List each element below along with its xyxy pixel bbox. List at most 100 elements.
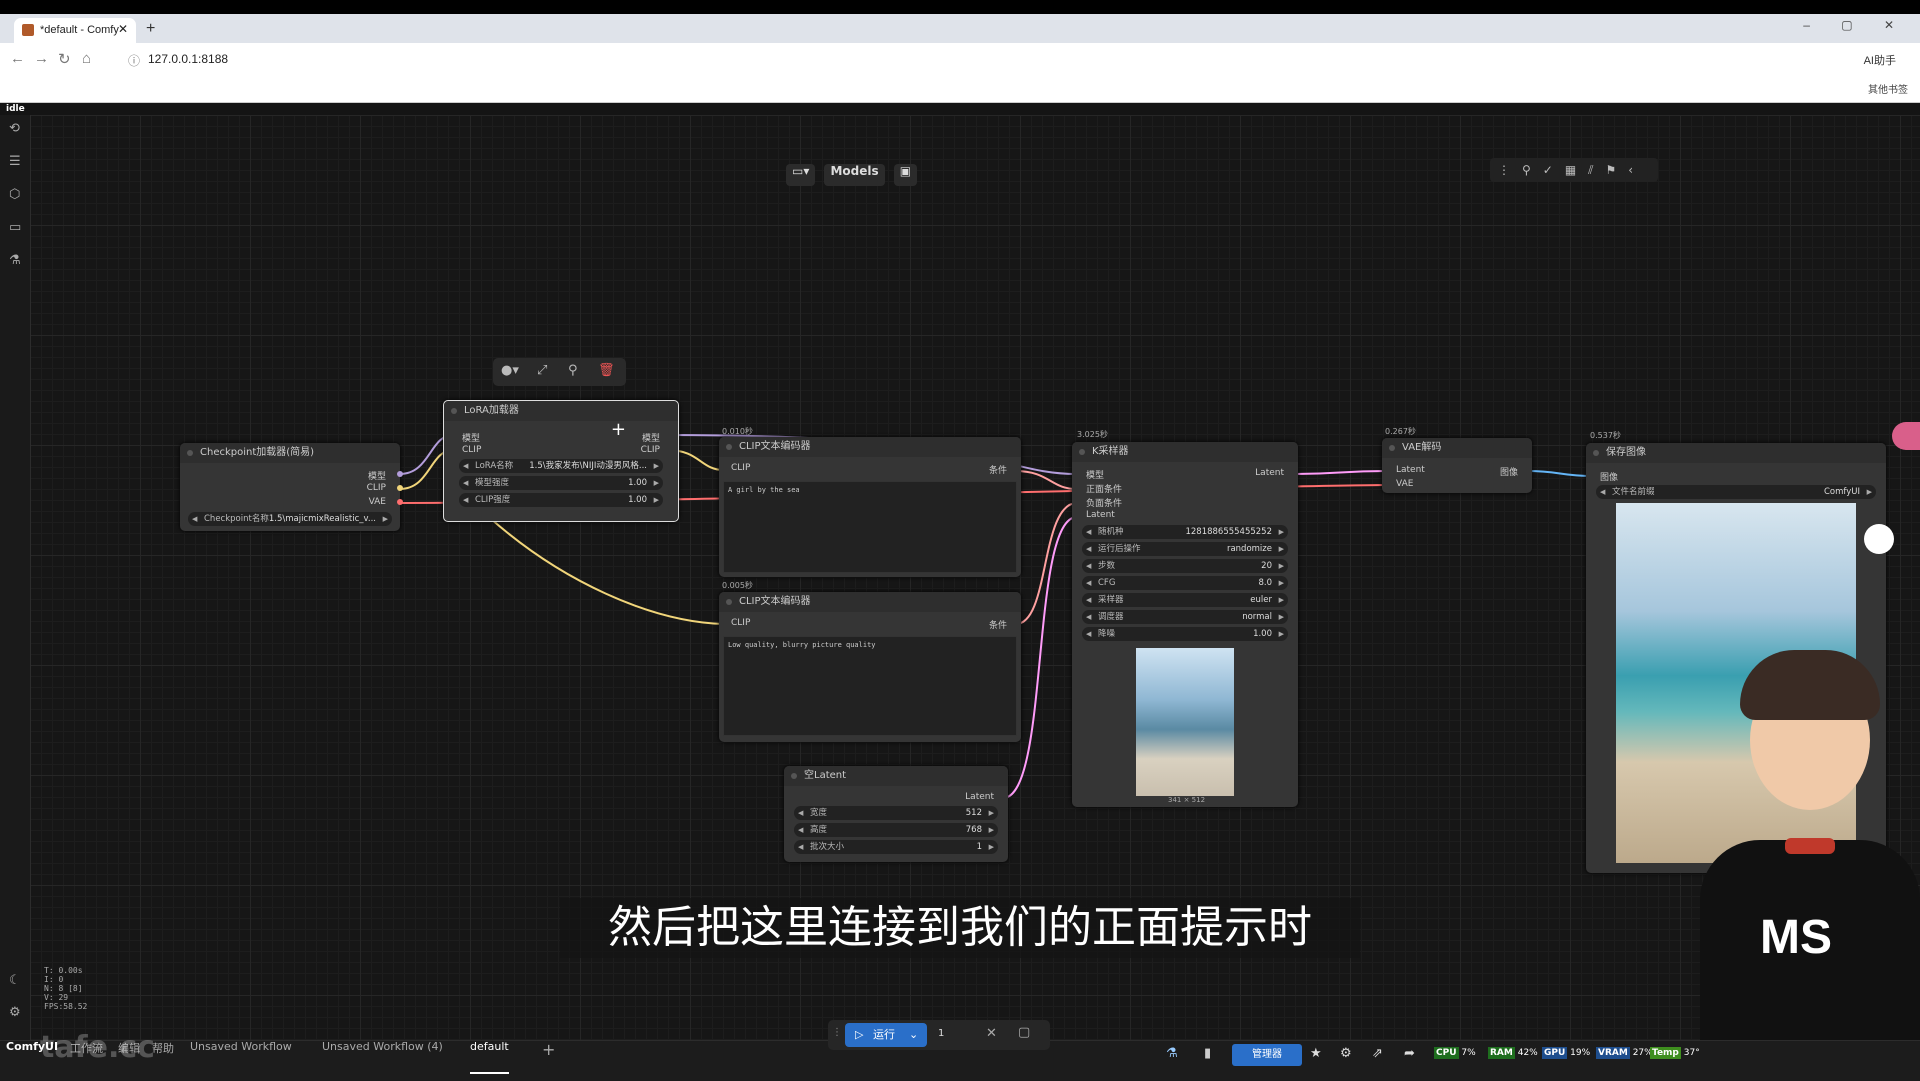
monitor-cpu: CPU 7%	[1434, 1042, 1476, 1064]
workflow-tab-active[interactable]: default	[470, 1040, 509, 1074]
stat-v: V: 29	[44, 993, 69, 1002]
model-socket[interactable]	[397, 471, 403, 477]
widget-label: 运行后操作	[1098, 544, 1141, 554]
exec-time: 0.010秒	[722, 427, 753, 436]
output-model: 模型	[641, 434, 660, 444]
clip-text-encode-negative-node[interactable]: CLIP文本编码器 CLIP 条件 Low quality, blurry pi…	[719, 592, 1021, 742]
prompt-textarea[interactable]: A girl by the sea	[723, 481, 1017, 573]
input-image: 图像	[1600, 473, 1619, 483]
ksampler-node[interactable]: K采样器 模型 正面条件 负面条件 Latent Latent 随机种 12818…	[1072, 442, 1298, 807]
monitor-value: 37°	[1683, 1048, 1700, 1058]
monitor-gpu: GPU 19%	[1542, 1042, 1590, 1064]
output-clip: CLIP	[366, 483, 386, 493]
input-clip: CLIP	[731, 618, 751, 628]
ckpt-name-widget[interactable]: Checkpoint名称 1.5\majicmixRealistic_v...	[188, 512, 392, 526]
cfg-widget[interactable]: CFG 8.0	[1082, 576, 1288, 590]
scheduler-widget[interactable]: 调度器 normal	[1082, 610, 1288, 624]
empty-latent-node[interactable]: 空Latent Latent 宽度 512 高度 768 批次大小 1	[784, 766, 1008, 862]
pin-icon[interactable]: ⚲	[568, 363, 578, 378]
puzzle-icon[interactable]: ⚙	[1340, 1046, 1352, 1061]
lora-loader-node[interactable]: LoRA加载器 模型 CLIP 模型 CLIP + LoRA名称 1.5\我家发…	[443, 400, 679, 522]
control-after-widget[interactable]: 运行后操作 randomize	[1082, 542, 1288, 556]
monitor-label: GPU	[1542, 1047, 1568, 1059]
input-model: 模型	[1086, 471, 1105, 481]
widget-value: 1.00	[1253, 629, 1272, 639]
monitor-value: 7%	[1461, 1048, 1476, 1058]
clip-socket[interactable]	[397, 485, 403, 491]
add-tab-icon[interactable]: +	[542, 1040, 555, 1072]
exec-time: 0.005秒	[722, 581, 753, 590]
output-conditioning: 条件	[988, 621, 1007, 631]
denoise-widget[interactable]: 降噪 1.00	[1082, 627, 1288, 641]
run-button[interactable]: ▷ 运行 ⌄	[845, 1023, 927, 1047]
output-clip: CLIP	[640, 445, 660, 455]
input-vae: VAE	[1396, 479, 1414, 489]
clip-strength-widget[interactable]: CLIP强度 1.00	[459, 493, 663, 507]
cancel-icon[interactable]: ✕	[986, 1026, 997, 1041]
star-icon[interactable]: ★	[1310, 1046, 1322, 1061]
node-title: VAE解码	[1382, 438, 1532, 458]
monitor-label: VRAM	[1596, 1047, 1630, 1059]
cursor-crosshair-icon: +	[610, 419, 626, 440]
widget-value: ComfyUI	[1823, 487, 1860, 497]
arrow-icon[interactable]: ➦	[1404, 1046, 1415, 1061]
checkpoint-loader-node[interactable]: Checkpoint加载器(简易) 模型 CLIP VAE Checkpoint…	[180, 443, 403, 531]
input-clip: CLIP	[731, 463, 751, 473]
widget-label: Checkpoint名称	[204, 514, 269, 524]
widget-label: 模型强度	[475, 478, 510, 488]
seed-widget[interactable]: 随机种 1281886555455252	[1082, 525, 1288, 539]
node-title: 空Latent	[784, 766, 1008, 786]
node-title: CLIP文本编码器	[719, 437, 1021, 457]
side-plugin-icon[interactable]	[1892, 422, 1920, 450]
node-title: LoRA加载器	[444, 401, 678, 421]
model-strength-widget[interactable]: 模型强度 1.00	[459, 476, 663, 490]
delete-icon[interactable]: 🗑	[598, 363, 615, 378]
node-title: CLIP文本编码器	[719, 592, 1021, 612]
vae-decode-node[interactable]: VAE解码 Latent VAE 图像	[1382, 438, 1532, 493]
workflow-tab-2[interactable]: Unsaved Workflow (4)	[322, 1040, 443, 1072]
widget-value: 512	[965, 808, 982, 818]
lora-name-widget[interactable]: LoRA名称 1.5\我家发布\NIJI动漫男风格...	[459, 459, 663, 473]
bookmark-icon[interactable]: ▮	[1204, 1046, 1211, 1061]
widget-label: CFG	[1098, 578, 1116, 588]
width-widget[interactable]: 宽度 512	[794, 806, 998, 820]
output-conditioning: 条件	[988, 466, 1007, 476]
widget-value: randomize	[1226, 544, 1272, 554]
widget-value: 1.5\我家发布\NIJI动漫男风格...	[529, 461, 647, 471]
color-icon[interactable]: ●▾	[501, 363, 519, 378]
bypass-icon[interactable]: ⤢	[537, 363, 547, 378]
chevron-down-icon[interactable]: ⌄	[909, 1023, 918, 1047]
filename-prefix-widget[interactable]: 文件名前缀 ComfyUI	[1596, 485, 1876, 499]
stat-nodes: N: 8 [8]	[44, 984, 83, 993]
manager-button[interactable]: 管理器	[1232, 1044, 1302, 1066]
clip-text-encode-positive-node[interactable]: CLIP文本编码器 CLIP 条件 A girl by the sea	[719, 437, 1021, 577]
widget-label: 采样器	[1098, 595, 1124, 605]
steps-widget[interactable]: 步数 20	[1082, 559, 1288, 573]
height-widget[interactable]: 高度 768	[794, 823, 998, 837]
widget-value: 1281886555455252	[1185, 527, 1272, 537]
input-model: 模型	[462, 434, 481, 444]
exec-time: 0.537秒	[1590, 431, 1621, 440]
share-icon[interactable]: ⇗	[1372, 1046, 1383, 1061]
node-selection-toolbar: ●▾ ⤢ ⚲ 🗑	[493, 358, 626, 386]
output-latent: Latent	[965, 792, 994, 802]
vae-socket[interactable]	[397, 499, 403, 505]
stat-time: T: 0.00s	[44, 966, 83, 975]
input-latent: Latent	[1396, 465, 1425, 475]
widget-value: normal	[1242, 612, 1272, 622]
prompt-textarea[interactable]: Low quality, blurry picture quality	[723, 636, 1017, 736]
batch-count-input[interactable]: 1	[938, 1028, 944, 1039]
floating-assistant-icon[interactable]	[1864, 524, 1894, 554]
input-latent: Latent	[1086, 510, 1115, 520]
batch-size-widget[interactable]: 批次大小 1	[794, 840, 998, 854]
node-title: K采样器	[1072, 442, 1298, 462]
output-model: 模型	[367, 472, 386, 482]
widget-label: 文件名前缀	[1612, 487, 1655, 497]
sampler-widget[interactable]: 采样器 euler	[1082, 593, 1288, 607]
flask-icon[interactable]: ⚗	[1166, 1046, 1178, 1061]
monitor-label: Temp	[1650, 1047, 1681, 1059]
workflow-tab-1[interactable]: Unsaved Workflow	[190, 1040, 292, 1072]
menu-help[interactable]: 帮助	[152, 1040, 174, 1072]
canvas-stats: T: 0.00s I: 0 N: 8 [8] V: 29 FPS:58.52	[44, 966, 87, 1011]
stop-icon[interactable]: ▢	[1018, 1025, 1030, 1040]
